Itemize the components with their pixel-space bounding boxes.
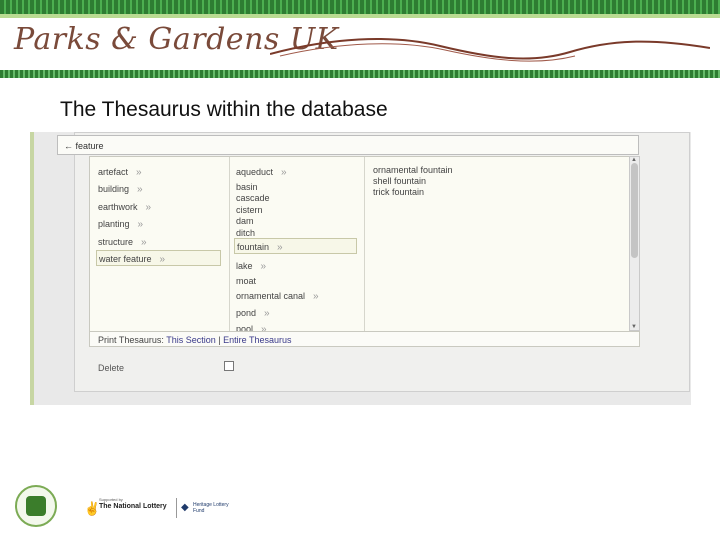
lottery-supported-label: Supported by: [99, 497, 123, 502]
expand-arrow-icon: »: [281, 167, 287, 178]
delete-label: Delete: [98, 363, 125, 373]
term-item[interactable]: lake »: [236, 258, 266, 274]
parks-gardens-seal-logo: [15, 485, 57, 527]
lottery-name: The National Lottery: [99, 503, 167, 510]
delete-checkbox[interactable]: [224, 361, 234, 371]
term-label: ornamental canal: [236, 291, 306, 301]
thesaurus-scrollbar[interactable]: ▲ ▼: [629, 156, 640, 331]
print-thesaurus-bar: Print Thesaurus: This Section | Entire T…: [89, 331, 640, 347]
expand-arrow-icon: »: [145, 202, 152, 213]
scrollbar-thumb[interactable]: [631, 163, 638, 258]
term-item[interactable]: earthwork »: [98, 199, 151, 215]
term-label: moat: [236, 276, 257, 286]
expand-arrow-icon: »: [137, 219, 144, 230]
term-item[interactable]: aqueduct »: [236, 164, 287, 180]
column-fountain: ornamental fountain shell fountain trick…: [364, 157, 630, 332]
logo-divider: [176, 498, 177, 518]
column-water-feature: aqueduct» basin cascade cistern dam ditc…: [229, 157, 365, 332]
expand-arrow-icon: »: [313, 291, 319, 302]
hlf-icon: ◆: [181, 502, 189, 513]
term-label: aqueduct: [236, 167, 274, 177]
term-label: building: [98, 184, 130, 194]
path-label: feature: [75, 141, 104, 151]
banner-hedge-bottom: [0, 70, 720, 78]
slide-title: The Thesaurus within the database: [60, 98, 388, 121]
term-label: planting: [98, 219, 130, 229]
logo-swoosh-icon: [270, 38, 710, 62]
term-item[interactable]: structure »: [98, 234, 147, 250]
term-item[interactable]: pond »: [236, 305, 270, 321]
term-item[interactable]: moat: [236, 273, 256, 289]
expand-arrow-icon: »: [136, 167, 142, 178]
term-label: structure: [98, 237, 134, 247]
term-label: ditch: [236, 228, 256, 238]
header-banner: Parks & Gardens UK: [0, 0, 720, 78]
term-label: artefact: [98, 167, 129, 177]
term-label: trick fountain: [373, 187, 425, 197]
term-item[interactable]: planting »: [98, 216, 143, 232]
print-section-link[interactable]: This Section: [166, 335, 216, 345]
lottery-crossed-fingers-icon: ✌: [84, 501, 101, 516]
term-item[interactable]: building »: [98, 181, 143, 197]
term-label: water feature: [99, 254, 152, 264]
print-entire-link[interactable]: Entire Thesaurus: [223, 335, 291, 345]
term-label: lake: [236, 261, 253, 271]
term-label: pond: [236, 308, 257, 318]
term-item[interactable]: artefact »: [98, 164, 142, 180]
term-label: fountain: [237, 242, 270, 252]
expand-arrow-icon: »: [137, 184, 143, 195]
lottery-logos: ✌ Supported by The National Lottery ◆ He…: [84, 497, 229, 519]
column-top-level: artefact » building » earthwork » planting »…: [90, 157, 230, 332]
hlf-name: Heritage Lottery Fund: [193, 502, 229, 514]
print-label: Print Thesaurus:: [98, 335, 164, 345]
thesaurus-columns: artefact » building » earthwork » planting »…: [89, 156, 631, 333]
banner-hedge-top: [0, 0, 720, 14]
term-item-selected[interactable]: water feature »: [96, 250, 221, 266]
term-label: earthwork: [98, 202, 138, 212]
expand-arrow-icon: »: [260, 261, 267, 272]
expand-arrow-icon: »: [141, 237, 147, 248]
expand-arrow-icon: »: [159, 254, 166, 265]
term-item-selected[interactable]: fountain »: [234, 238, 357, 254]
scroll-down-icon[interactable]: ▼: [631, 324, 637, 330]
thesaurus-path-bar[interactable]: ← feature: [57, 135, 639, 155]
expand-arrow-icon: »: [277, 242, 283, 253]
banner-hedge-fade: [0, 14, 720, 18]
back-arrow-icon[interactable]: ←: [64, 141, 73, 151]
term-item[interactable]: ornamental canal »: [236, 288, 319, 304]
term-item[interactable]: trick fountain: [373, 184, 424, 200]
print-separator: |: [218, 335, 221, 345]
tree-icon: [26, 496, 46, 516]
expand-arrow-icon: »: [264, 308, 270, 319]
